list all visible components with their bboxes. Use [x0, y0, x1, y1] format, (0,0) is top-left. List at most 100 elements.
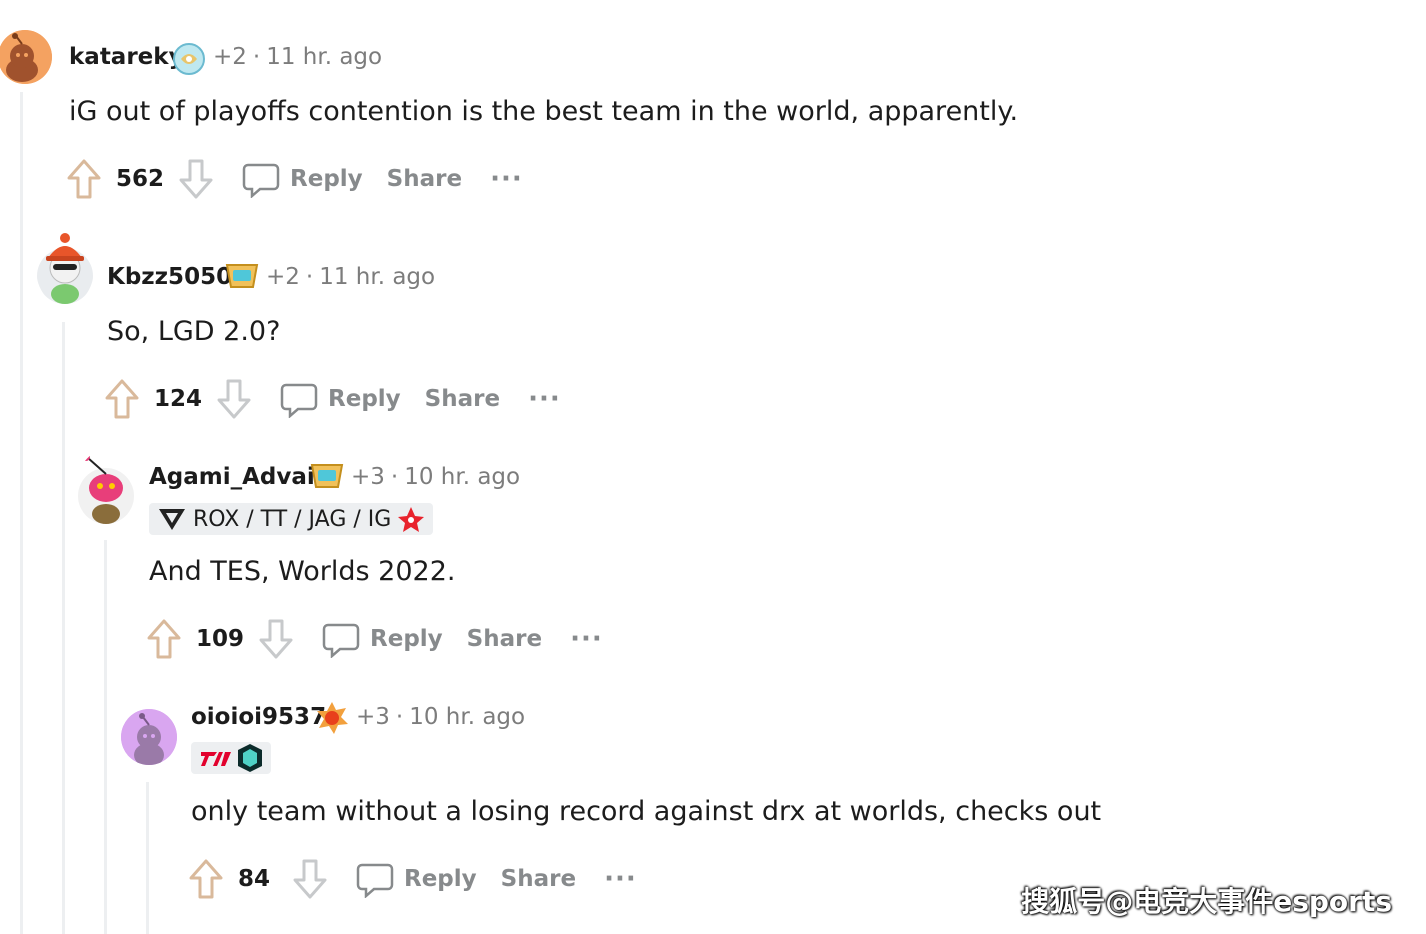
share-label: Share [500, 866, 577, 892]
upvote-button[interactable] [186, 857, 226, 901]
comment-body: only team without a losing record agains… [191, 796, 1102, 827]
share-label: Share [466, 626, 543, 652]
share-button[interactable]: Share [387, 166, 462, 192]
reply-button[interactable]: Reply [242, 160, 363, 198]
downvote-button[interactable] [214, 377, 254, 421]
comment-author[interactable]: oioioi9537 [191, 704, 326, 730]
comment-meta: +3 · 10 hr. ago [356, 704, 525, 730]
share-button[interactable]: Share [425, 386, 500, 412]
karma-count: +2 [266, 264, 300, 290]
vote-score: 84 [238, 866, 271, 892]
karma-count: +2 [213, 44, 247, 70]
thread-line[interactable] [20, 92, 23, 934]
comment-body: iG out of playoffs contention is the bes… [69, 96, 1019, 127]
upvote-arrow-icon [189, 859, 223, 899]
comment-meta: +3 · 10 hr. ago [351, 464, 520, 490]
thread-line[interactable] [146, 782, 149, 934]
meta-separator: · [252, 44, 261, 70]
reply-button[interactable]: Reply [280, 380, 401, 418]
more-options-button[interactable]: ··· [490, 164, 523, 194]
more-icon: ··· [528, 384, 561, 414]
reply-button[interactable]: Reply [356, 860, 477, 898]
comment-meta: +2 · 11 hr. ago [266, 264, 435, 290]
more-icon: ··· [490, 164, 523, 194]
upvote-button[interactable] [102, 377, 142, 421]
thread-line[interactable] [62, 322, 65, 934]
more-icon: ··· [604, 864, 637, 894]
reply-label: Reply [370, 626, 443, 652]
downvote-arrow-icon [179, 159, 213, 199]
upvote-button[interactable] [144, 617, 184, 661]
karma-count: +3 [356, 704, 390, 730]
snoo-avatar-icon [0, 30, 52, 84]
downvote-arrow-icon [217, 379, 251, 419]
comment-bubble-icon [356, 860, 394, 898]
avatar[interactable] [36, 232, 94, 306]
reply-button[interactable]: Reply [322, 620, 443, 658]
comment-meta: +2 · 11 hr. ago [213, 44, 382, 70]
karma-count: +3 [351, 464, 385, 490]
team-logo-icon [199, 748, 233, 768]
comment-bubble-icon [280, 380, 318, 418]
comment-actions: 562 Reply Share ··· [64, 154, 523, 204]
share-button[interactable]: Share [467, 626, 542, 652]
comment-timestamp[interactable]: 11 hr. ago [319, 264, 435, 290]
upvote-button[interactable] [64, 157, 104, 201]
watermark: 搜狐号@电竞大事件esports [1021, 885, 1392, 918]
comment-bubble-icon [242, 160, 280, 198]
downvote-button[interactable] [176, 157, 216, 201]
comment-body: And TES, Worlds 2022. [149, 556, 456, 587]
snoo-avatar-icon [121, 709, 177, 765]
team-logo-icon [157, 506, 187, 532]
more-options-button[interactable]: ··· [604, 864, 637, 894]
more-options-button[interactable]: ··· [528, 384, 561, 414]
comment-body: So, LGD 2.0? [107, 316, 281, 347]
meta-separator: · [395, 704, 404, 730]
achievement-badge-icon [224, 261, 260, 297]
reply-label: Reply [290, 166, 363, 192]
achievement-badge-icon [172, 42, 206, 80]
comment-actions: 124 Reply Share ··· [102, 374, 561, 424]
downvote-arrow-icon [259, 619, 293, 659]
achievement-badge-icon [314, 700, 350, 740]
comment-actions: 109 Reply Share ··· [144, 614, 603, 664]
more-options-button[interactable]: ··· [570, 624, 603, 654]
snoo-avatar-icon [78, 453, 134, 524]
share-label: Share [424, 386, 501, 412]
share-button[interactable]: Share [501, 866, 576, 892]
downvote-button[interactable] [290, 857, 330, 901]
more-icon: ··· [570, 624, 603, 654]
avatar[interactable] [121, 709, 177, 765]
comment-timestamp[interactable]: 10 hr. ago [404, 464, 520, 490]
downvote-button[interactable] [256, 617, 296, 661]
comment-author[interactable]: Agami_Advait [149, 464, 326, 490]
share-label: Share [386, 166, 463, 192]
comment-bubble-icon [322, 620, 360, 658]
vote-score: 109 [196, 626, 245, 652]
comment-timestamp[interactable]: 10 hr. ago [409, 704, 525, 730]
upvote-arrow-icon [105, 379, 139, 419]
flair-text: ROX / TT / JAG / IG [193, 506, 392, 532]
vote-score: 562 [116, 166, 165, 192]
downvote-arrow-icon [293, 859, 327, 899]
avatar[interactable] [0, 30, 52, 84]
vote-score: 124 [154, 386, 203, 412]
team-logo-icon [237, 743, 263, 773]
meta-separator: · [305, 264, 314, 290]
upvote-arrow-icon [147, 619, 181, 659]
user-flair: ROX / TT / JAG / IG [149, 503, 434, 535]
achievement-badge-icon [309, 461, 345, 497]
avatar[interactable] [76, 450, 136, 526]
comment-actions: 84 Reply Share ··· [186, 854, 637, 904]
upvote-arrow-icon [67, 159, 101, 199]
team-logo-icon [397, 505, 425, 533]
comment-timestamp[interactable]: 11 hr. ago [266, 44, 382, 70]
comment-author[interactable]: katareky [69, 44, 184, 70]
snoo-avatar-icon [37, 233, 93, 304]
reply-label: Reply [404, 866, 477, 892]
comment-author[interactable]: Kbzz5050 [107, 264, 232, 290]
meta-separator: · [390, 464, 399, 490]
thread-line[interactable] [104, 540, 107, 934]
user-flair [191, 742, 271, 774]
reply-label: Reply [328, 386, 401, 412]
